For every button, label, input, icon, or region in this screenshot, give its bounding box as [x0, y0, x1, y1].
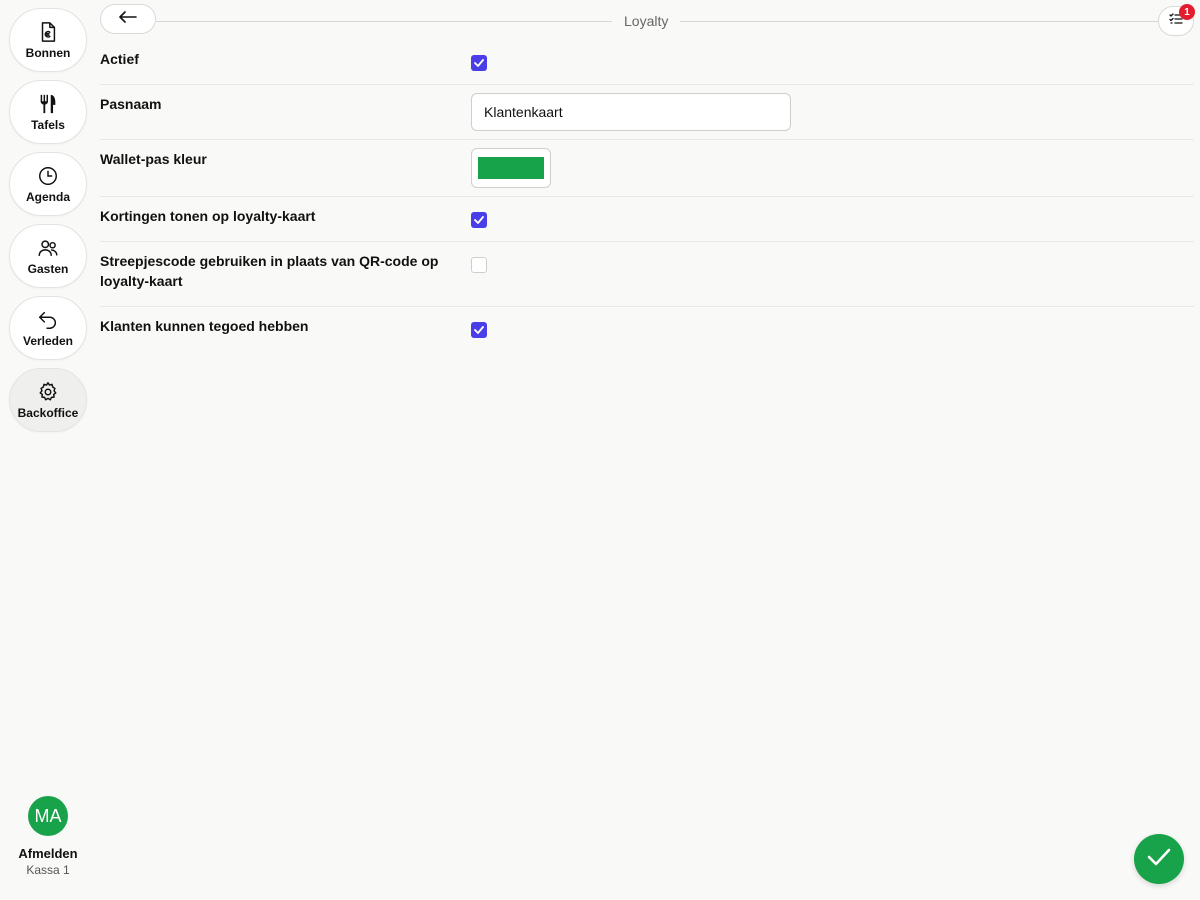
nav-bonnen-button[interactable]: Bonnen: [9, 8, 87, 72]
receipt-euro-icon: [36, 20, 60, 44]
streepjescode-checkbox[interactable]: [471, 257, 487, 273]
nav-backoffice-button[interactable]: Backoffice: [9, 368, 87, 432]
wallet-color-picker[interactable]: [471, 148, 551, 188]
tasks-button[interactable]: 1: [1158, 4, 1195, 36]
checkmark-icon: [474, 216, 484, 224]
user-panel: MA Afmelden Kassa 1: [0, 796, 96, 877]
back-button[interactable]: [100, 4, 156, 34]
logout-link[interactable]: Afmelden: [0, 846, 96, 861]
users-icon: [36, 236, 60, 260]
avatar[interactable]: MA: [28, 796, 68, 836]
pasnaam-input[interactable]: [471, 93, 791, 131]
streepjescode-label: Streepjescode gebruiken in plaats van QR…: [100, 253, 439, 289]
sidebar: Bonnen Tafels Agenda Gasten Verleden Bac…: [0, 0, 96, 900]
wallet-color-label: Wallet-pas kleur: [100, 151, 207, 167]
header: Loyalty 1: [100, 4, 1195, 36]
color-swatch: [478, 157, 544, 179]
notification-badge: 1: [1179, 4, 1195, 20]
nav-agenda-button[interactable]: Agenda: [9, 152, 87, 216]
nav-gasten-button[interactable]: Gasten: [9, 224, 87, 288]
clock-icon: [36, 164, 60, 188]
kortingen-checkbox[interactable]: [471, 212, 487, 228]
setting-row-wallet-color: Wallet-pas kleur: [100, 140, 1194, 197]
undo-arrow-icon: [36, 308, 60, 332]
nav-tafels-button[interactable]: Tafels: [9, 80, 87, 144]
checkmark-icon: [474, 59, 484, 67]
kortingen-label: Kortingen tonen op loyalty-kaart: [100, 208, 316, 224]
pasnaam-label: Pasnaam: [100, 96, 162, 112]
loyalty-settings-form: Actief Pasnaam Wallet-pas kleur Kortinge…: [100, 40, 1194, 352]
tegoed-label: Klanten kunnen tegoed hebben: [100, 318, 309, 334]
gear-icon: [36, 380, 60, 404]
nav-verleden-button[interactable]: Verleden: [9, 296, 87, 360]
save-button[interactable]: [1134, 834, 1184, 884]
setting-row-kortingen: Kortingen tonen op loyalty-kaart: [100, 197, 1194, 242]
nav-bonnen-label: Bonnen: [25, 46, 71, 60]
terminal-name: Kassa 1: [26, 863, 70, 877]
checkmark-icon: [474, 326, 484, 334]
actief-label: Actief: [100, 51, 139, 67]
setting-row-tegoed: Klanten kunnen tegoed hebben: [100, 307, 1194, 352]
tegoed-checkbox[interactable]: [471, 322, 487, 338]
nav-verleden-label: Verleden: [22, 334, 74, 348]
arrow-left-icon: [118, 10, 138, 29]
setting-row-actief: Actief: [100, 40, 1194, 85]
setting-row-streepjescode: Streepjescode gebruiken in plaats van QR…: [100, 242, 1194, 307]
page-title: Loyalty: [612, 13, 681, 29]
nav-gasten-label: Gasten: [27, 262, 69, 276]
setting-row-pasnaam: Pasnaam: [100, 85, 1194, 140]
actief-checkbox[interactable]: [471, 55, 487, 71]
nav-backoffice-label: Backoffice: [17, 406, 79, 420]
nav-agenda-label: Agenda: [25, 190, 70, 204]
fork-knife-icon: [36, 92, 60, 116]
nav-tafels-label: Tafels: [31, 118, 65, 132]
checkmark-icon: [1147, 848, 1171, 871]
